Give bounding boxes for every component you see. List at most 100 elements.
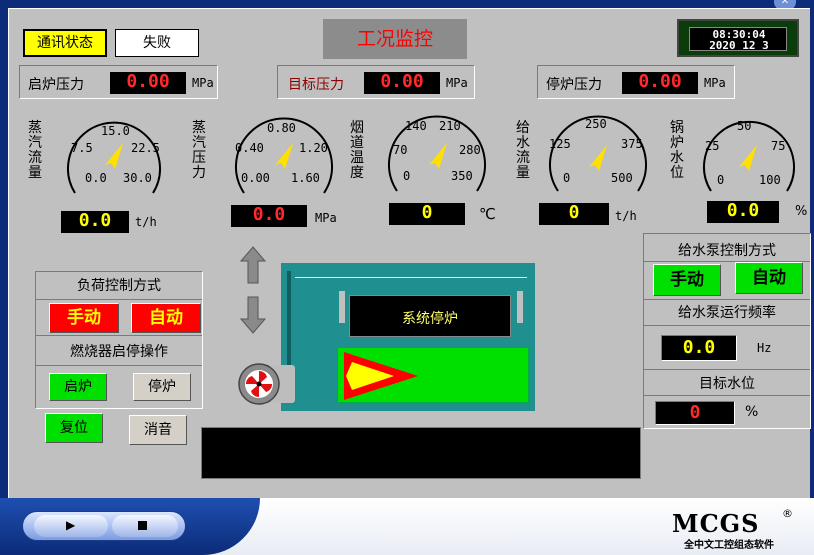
- gauge-steam-flow-needle: [105, 143, 123, 169]
- start-pressure-value[interactable]: 0.00: [110, 72, 186, 94]
- gauge-feedwater-flow-tick: 125: [549, 137, 571, 151]
- gauge-feedwater-flow: 125 250 375 0 500: [543, 107, 653, 199]
- brand-registered: ®: [782, 507, 793, 520]
- brand-name: MCGS: [672, 509, 760, 538]
- reset-button[interactable]: 复位: [45, 413, 103, 443]
- boiler-status-panel: 系统停炉: [349, 295, 511, 337]
- gauge-steam-pressure-title: 蒸汽压力: [192, 120, 206, 181]
- gauge-steam-pressure: 0.40 0.80 1.20 0.00 1.60: [229, 107, 339, 201]
- boiler-status-text: 系统停炉: [402, 311, 458, 327]
- pump-freq-title: 给水泵运行频率: [678, 305, 776, 321]
- stop-pressure-value[interactable]: 0.00: [622, 72, 698, 94]
- gauge-feedwater-flow-unit: t/h: [615, 209, 637, 223]
- fan-icon: [238, 363, 280, 405]
- start-pressure-box: 启炉压力 0.00 MPa: [19, 65, 218, 99]
- gauge-flue-temp-tick: 350: [451, 169, 473, 183]
- gauge-water-level-title: 锅炉水位: [670, 120, 684, 181]
- stop-pressure-label: 停炉压力: [546, 77, 602, 93]
- gauge-steam-flow-tick: 7.5: [71, 141, 93, 155]
- gauge-water-level: 25 50 75 0 100: [697, 107, 801, 199]
- load-control-divider: [36, 299, 202, 300]
- stop-button[interactable]: [112, 515, 178, 537]
- gauge-steam-flow-tick: 22.5: [131, 141, 160, 155]
- gauge-steam-flow-reading: 0.0: [61, 211, 129, 233]
- gauge-flue-temp-unit: ℃: [479, 205, 496, 223]
- burner-control-title: 燃烧器启停操作: [70, 344, 168, 360]
- gauge-flue-temp-needle: [429, 143, 447, 169]
- gauge-flue-temp: 70 140 210 280 0 350: [381, 107, 493, 199]
- stop-pressure-unit: MPa: [704, 76, 726, 90]
- play-button[interactable]: ▶: [34, 515, 108, 537]
- load-manual-button[interactable]: 手动: [49, 303, 119, 333]
- clock-date: 2020 12 3: [709, 39, 769, 52]
- gauge-steam-flow-tick: 30.0: [123, 171, 152, 185]
- pump-divider-5: [644, 395, 810, 396]
- pump-divider-3: [644, 325, 810, 326]
- pump-freq-value[interactable]: 0.0: [661, 335, 737, 361]
- gauge-feedwater-flow-needle: [589, 145, 607, 171]
- gauge-water-level-reading: 0.0: [707, 201, 779, 223]
- gauge-steam-flow-unit: t/h: [135, 215, 157, 229]
- gauge-water-level-tick: 0: [717, 173, 725, 187]
- gauge-flue-temp-tick: 280: [459, 143, 481, 157]
- target-pressure-unit: MPa: [446, 76, 468, 90]
- gauge-steam-flow: 7.5 15.0 22.5 0.0 30.0: [61, 109, 167, 201]
- load-auto-button[interactable]: 自动: [131, 303, 201, 333]
- gauge-water-level-tick: 75: [771, 139, 786, 153]
- stop-boiler-button[interactable]: 停炉: [133, 373, 191, 401]
- gauge-water-level-tick: 50: [737, 119, 752, 133]
- gauge-water-level-unit: %: [795, 204, 808, 219]
- load-control-title: 负荷控制方式: [77, 278, 161, 294]
- pump-control-title: 给水泵控制方式: [678, 243, 776, 259]
- gauge-steam-pressure-tick: 0.00: [241, 171, 270, 185]
- start-pressure-unit: MPa: [192, 76, 214, 90]
- target-level-title: 目标水位: [699, 376, 755, 392]
- load-control-divider-3: [36, 365, 202, 366]
- clock-panel: 08:30:04 2020 12 3: [677, 19, 799, 57]
- gauge-steam-pressure-tick: 1.60: [291, 171, 320, 185]
- gauge-flue-temp-tick: 140: [405, 119, 427, 133]
- target-pressure-box: 目标压力 0.00 MPa: [277, 65, 475, 99]
- pump-manual-button[interactable]: 手动: [653, 264, 721, 296]
- gauge-steam-pressure-needle: [275, 143, 293, 169]
- play-icon: ▶: [66, 518, 76, 532]
- arrow-down-icon[interactable]: [239, 295, 267, 335]
- target-level-value[interactable]: 0: [655, 401, 735, 425]
- page-title: 工况监控: [323, 19, 467, 59]
- gauge-feedwater-flow-title: 给水流量: [516, 120, 530, 181]
- target-pressure-value[interactable]: 0.00: [364, 72, 440, 94]
- pump-auto-button[interactable]: 自动: [735, 262, 803, 294]
- gauge-flue-temp-reading: 0: [389, 203, 465, 225]
- stop-icon: [138, 521, 147, 530]
- target-level-unit: %: [745, 404, 759, 420]
- pump-divider-2: [644, 299, 810, 300]
- hmi-screen: 通讯状态 失败 工况监控 08:30:04 2020 12 3 启炉压力 0.0…: [8, 8, 811, 498]
- gauge-water-level-needle: [739, 145, 757, 171]
- start-boiler-button[interactable]: 启炉: [49, 373, 107, 401]
- gauge-flue-temp-tick: 70: [393, 143, 408, 157]
- gauge-feedwater-flow-reading: 0: [539, 203, 609, 225]
- gauge-water-level-tick: 100: [759, 173, 781, 187]
- gauge-steam-pressure-tick: 1.20: [299, 141, 328, 155]
- load-control-divider-2: [36, 335, 202, 336]
- brand-logo: MCGS ®: [672, 507, 793, 539]
- boiler-pipe-right-bracket: [517, 291, 523, 323]
- comm-status-label: 通讯状态: [23, 29, 107, 57]
- message-bar: [201, 427, 641, 479]
- pump-freq-unit: Hz: [757, 341, 772, 355]
- gauge-feedwater-flow-tick: 0: [563, 171, 571, 185]
- boiler-pipe-left-bracket: [339, 291, 345, 323]
- arrow-up-icon[interactable]: [239, 245, 267, 285]
- gauge-feedwater-flow-tick: 375: [621, 137, 643, 151]
- target-pressure-label: 目标压力: [288, 77, 344, 93]
- mute-button[interactable]: 消音: [129, 415, 187, 445]
- gauge-steam-pressure-tick: 0.40: [235, 141, 264, 155]
- start-pressure-label: 启炉压力: [28, 77, 84, 93]
- gauge-steam-pressure-tick: 0.80: [267, 121, 296, 135]
- gauge-flue-temp-tick: 210: [439, 119, 461, 133]
- clock-display: 08:30:04 2020 12 3: [689, 27, 787, 51]
- boiler-furnace: [337, 347, 529, 403]
- gauge-steam-pressure-reading: 0.0: [231, 205, 307, 227]
- gauge-steam-flow-tick: 15.0: [101, 124, 130, 138]
- gauge-steam-flow-tick: 0.0: [85, 171, 107, 185]
